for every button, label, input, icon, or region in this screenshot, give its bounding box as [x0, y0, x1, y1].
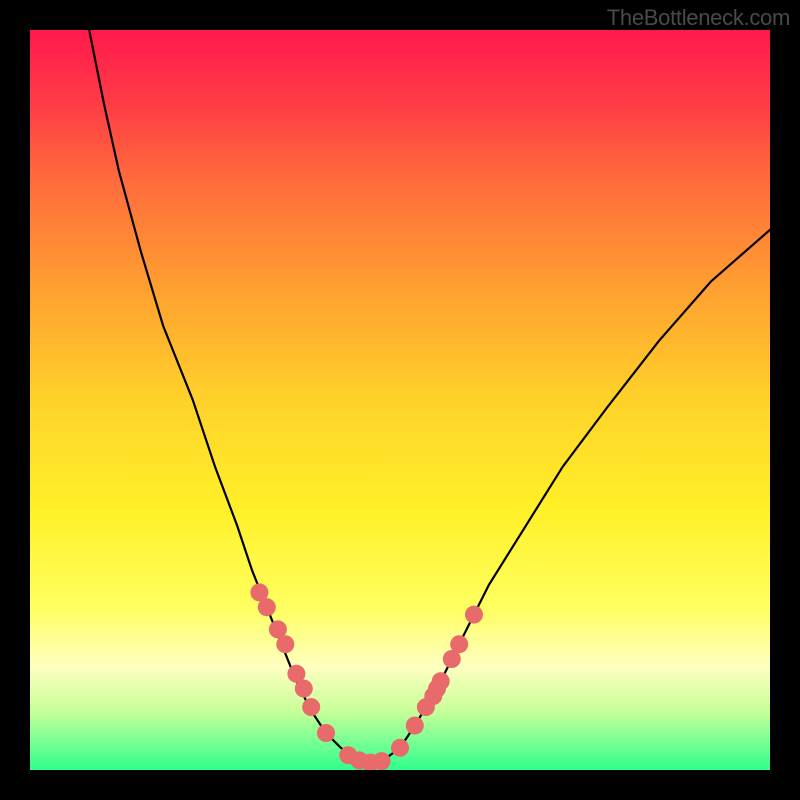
marker-dot — [302, 698, 320, 716]
marker-dot — [391, 739, 409, 757]
marker-dot — [258, 598, 276, 616]
marker-dot — [373, 752, 391, 770]
marker-dot — [432, 672, 450, 690]
marker-dot — [276, 635, 294, 653]
marker-dot — [406, 717, 424, 735]
marker-dot — [317, 724, 335, 742]
watermark-text: TheBottleneck.com — [607, 5, 790, 31]
plot-area — [30, 30, 770, 770]
highlight-markers — [250, 583, 483, 770]
curve-overlay — [30, 30, 770, 770]
marker-dot — [465, 606, 483, 624]
bottleneck-curve — [89, 30, 770, 763]
marker-dot — [450, 635, 468, 653]
chart-frame: TheBottleneck.com — [0, 0, 800, 800]
marker-dot — [295, 680, 313, 698]
